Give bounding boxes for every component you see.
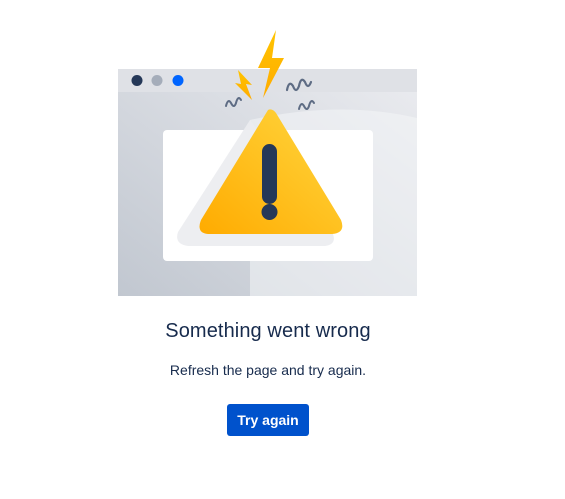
error-page: Something went wrong Refresh the page an…: [0, 0, 565, 499]
error-message: Refresh the page and try again.: [169, 362, 367, 378]
error-title: Something went wrong: [165, 320, 371, 342]
window-dot-dark: [131, 75, 143, 86]
try-again-button[interactable]: Try again: [227, 404, 309, 436]
browser-error-illustration: [118, 30, 417, 296]
window-dot-blue: [172, 75, 184, 86]
window-dot-gray: [151, 75, 163, 86]
